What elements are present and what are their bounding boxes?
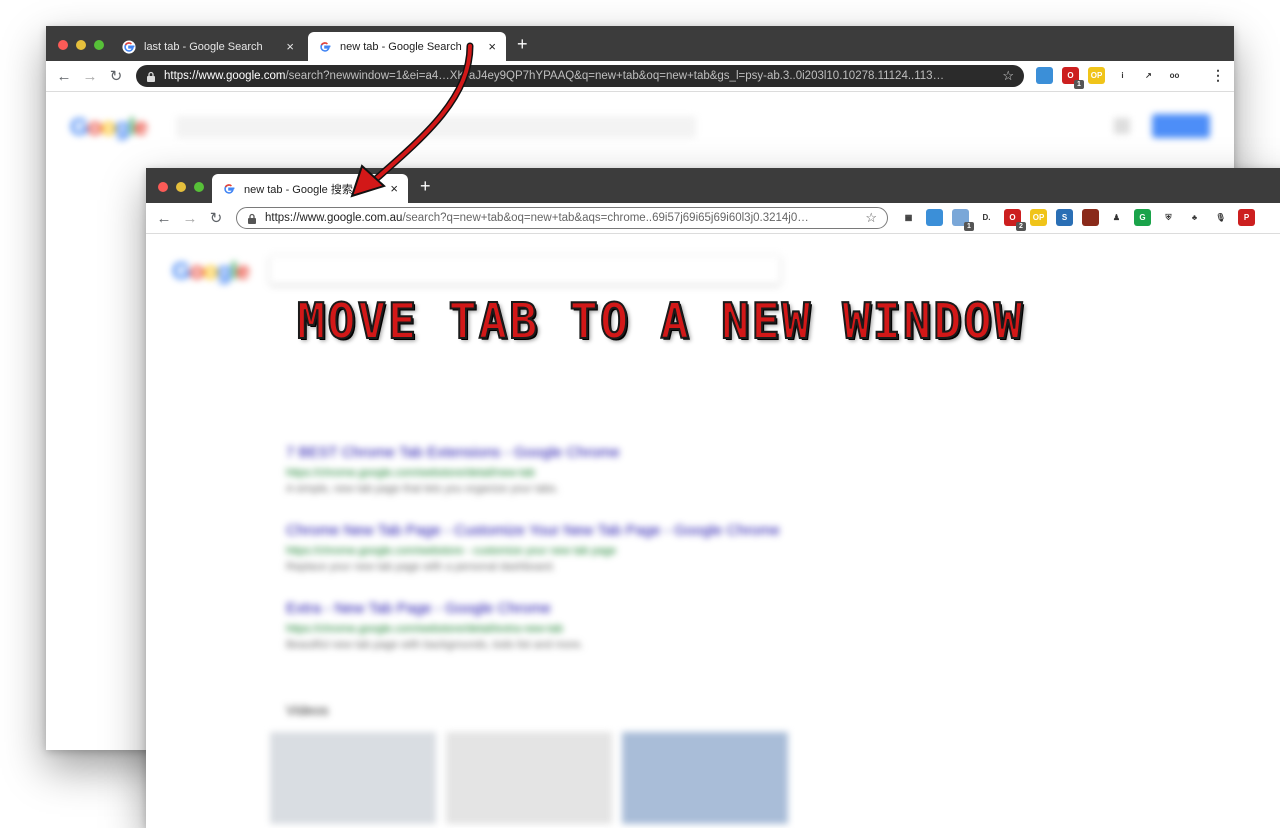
search-box[interactable] — [270, 256, 780, 284]
new-tab-button[interactable]: + — [420, 177, 431, 195]
close-window-button[interactable] — [58, 40, 68, 50]
address-bar[interactable]: https://www.google.com.au/search?q=new+t… — [236, 207, 888, 229]
tab-title: last tab - Google Search — [144, 40, 263, 53]
url-path: /search?newwindow=1&ei=a4…XK-aJ4ey9QP7hY… — [285, 70, 945, 82]
close-tab-icon[interactable]: × — [286, 39, 294, 54]
result-url: https://chrome.google.com/webstore - cus… — [286, 545, 617, 557]
google-favicon-icon — [222, 181, 236, 196]
sign-in-button[interactable] — [1152, 114, 1210, 138]
video-thumbnail[interactable] — [446, 732, 612, 824]
microphone-extension-icon[interactable]: 🎙 — [1212, 209, 1229, 226]
bookmark-star-icon[interactable]: ☆ — [1002, 68, 1014, 84]
close-tab-icon[interactable]: × — [390, 181, 398, 196]
result-url: https://chrome.google.com/webstore/detai… — [286, 467, 535, 479]
extension-badge: 1 — [964, 222, 974, 231]
google-favicon-icon — [318, 39, 332, 54]
translate-extension-icon[interactable]: 1 — [952, 209, 974, 231]
result-title[interactable]: 7 BEST Chrome Tab Extensions - Google Ch… — [286, 444, 620, 461]
rss-extension-icon[interactable]: ↗ — [1140, 67, 1157, 84]
screen-extension-icon[interactable]: S — [1056, 209, 1073, 226]
d-extension-icon[interactable]: D. — [978, 209, 995, 226]
tab-new-tab[interactable]: new tab - Google Search × — [308, 32, 506, 61]
extensions-area: ▦ 1 D. O 2 OP S ♟ G ⛨ ♣ 🎙 P — [900, 209, 1255, 231]
blue-bird-extension-icon[interactable] — [926, 209, 943, 226]
apps-grid-icon[interactable] — [1114, 118, 1130, 134]
videos-section-label: Videos — [286, 702, 329, 718]
back-arrow-icon[interactable]: ← — [154, 208, 174, 228]
result-title[interactable]: Extra - New Tab Page - Google Chrome — [286, 600, 583, 617]
info-extension-icon[interactable]: i — [1114, 67, 1131, 84]
url-host: https://www.google.com.au — [265, 212, 403, 224]
op-extension-icon[interactable]: OP — [1088, 67, 1105, 84]
red-o-extension-icon[interactable]: O1 — [1062, 67, 1084, 89]
browser-toolbar: ← → ↻ https://www.google.com.au/search?q… — [146, 203, 1280, 234]
maximize-window-button[interactable] — [194, 182, 204, 192]
grammarly-extension-icon[interactable]: G — [1134, 209, 1151, 226]
tab-strip: last tab - Google Search × new tab - Goo… — [46, 26, 1234, 61]
forward-arrow-icon[interactable]: → — [180, 208, 200, 228]
google-logo: Google — [70, 114, 148, 141]
tab-last-tab[interactable]: last tab - Google Search × — [112, 32, 304, 61]
extensions-area: O 1 OP i ↗ oo — [1036, 67, 1183, 89]
tab-title: new tab - Google 搜索 — [244, 183, 353, 196]
spy-extension-icon[interactable]: ♟ — [1108, 209, 1125, 226]
url-path: /search?q=new+tab&oq=new+tab&aqs=chrome.… — [402, 212, 809, 224]
result-snippet: A simple, new tab page that lets you org… — [286, 483, 559, 495]
extension-badge: 2 — [1016, 222, 1026, 231]
search-box[interactable] — [176, 116, 696, 138]
minimize-window-button[interactable] — [76, 40, 86, 50]
bookmark-star-icon[interactable]: ☆ — [865, 210, 877, 226]
reload-icon[interactable]: ↻ — [106, 66, 126, 86]
maximize-window-button[interactable] — [94, 40, 104, 50]
op-extension-icon[interactable]: OP — [1030, 209, 1047, 226]
result-snippet: Replace your new tab page with a persona… — [286, 561, 556, 573]
android-extension-icon[interactable]: ♣ — [1186, 209, 1203, 226]
window-controls — [158, 182, 204, 192]
blue-bird-extension-icon[interactable] — [1036, 67, 1053, 84]
headline-title: MOVE TAB TO A NEW WINDOW — [296, 292, 1025, 352]
extension-badge: 1 — [1074, 80, 1084, 89]
tab-title: new tab - Google Search — [340, 40, 462, 53]
pinterest-extension-icon[interactable]: P — [1238, 209, 1255, 226]
url-host: https://www.google.com — [164, 70, 286, 82]
front-browser-window: new tab - Google 搜索 × + ← → ↻ https://ww… — [146, 168, 1280, 828]
close-tab-icon[interactable]: × — [488, 39, 496, 54]
qr-extension-icon[interactable]: ▦ — [900, 209, 917, 226]
tab-new-tab[interactable]: new tab - Google 搜索 × — [212, 174, 408, 203]
result-url: https://chrome.google.com/webstore/detai… — [286, 623, 563, 635]
result-item[interactable]: Extra - New Tab Page - Google Chrome htt… — [286, 600, 583, 651]
brave-lion-extension-icon[interactable] — [1082, 209, 1099, 226]
browser-toolbar: ← → ↻ https://www.google.com/search?neww… — [46, 61, 1234, 92]
lock-icon — [248, 213, 256, 224]
video-thumbnail[interactable] — [270, 732, 436, 824]
shield-extension-icon[interactable]: ⛨ — [1160, 209, 1177, 226]
result-item[interactable]: Chrome New Tab Page - Customize Your New… — [286, 522, 780, 573]
back-arrow-icon[interactable]: ← — [54, 66, 74, 86]
reload-icon[interactable]: ↻ — [206, 208, 226, 228]
google-favicon-icon — [122, 39, 136, 54]
result-snippet: Beautiful new tab page with backgrounds,… — [286, 639, 584, 651]
minimize-window-button[interactable] — [176, 182, 186, 192]
window-controls — [58, 40, 104, 50]
red-o-extension-icon[interactable]: O2 — [1004, 209, 1026, 231]
video-thumbnail[interactable] — [622, 732, 788, 824]
close-window-button[interactable] — [158, 182, 168, 192]
tab-strip: new tab - Google 搜索 × + — [146, 168, 1280, 203]
forward-arrow-icon[interactable]: → — [80, 66, 100, 86]
result-item[interactable]: 7 BEST Chrome Tab Extensions - Google Ch… — [286, 444, 620, 495]
menu-dots-icon[interactable]: ⋮ — [1211, 67, 1225, 84]
result-title[interactable]: Chrome New Tab Page - Customize Your New… — [286, 522, 780, 539]
glasses-extension-icon[interactable]: oo — [1166, 67, 1183, 84]
google-logo: Google — [172, 258, 250, 285]
new-tab-button[interactable]: + — [517, 35, 528, 53]
lock-icon — [147, 71, 155, 82]
address-bar[interactable]: https://www.google.com/search?newwindow=… — [136, 65, 1024, 87]
